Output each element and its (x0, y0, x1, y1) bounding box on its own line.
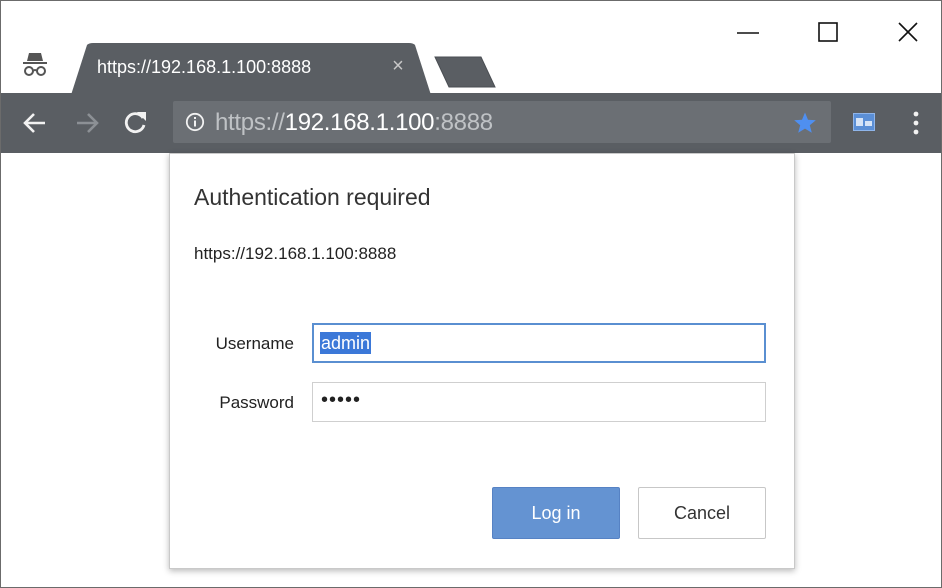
password-input[interactable]: ••••• (312, 382, 766, 422)
auth-dialog: Authentication required https://192.168.… (169, 153, 795, 569)
menu-dots-icon[interactable] (911, 109, 921, 137)
back-arrow-icon[interactable] (21, 109, 49, 137)
dialog-origin: https://192.168.1.100:8888 (194, 244, 397, 263)
login-button[interactable]: Log in (492, 487, 620, 539)
toolbar: https://192.168.1.100:8888 (1, 93, 941, 153)
password-label: Password (219, 393, 294, 412)
dialog-title: Authentication required (194, 184, 431, 210)
tab-active[interactable]: https://192.168.1.100:8888 × (71, 43, 431, 95)
tab-strip: https://192.168.1.100:8888 × (1, 1, 941, 95)
reload-icon[interactable] (121, 109, 149, 137)
new-tab-button[interactable] (433, 55, 497, 89)
tab-title: https://192.168.1.100:8888 (97, 57, 312, 77)
browser-window: https://192.168.1.100:8888 × https://192… (0, 0, 942, 588)
url-scheme: https:// (215, 109, 285, 136)
close-window-icon[interactable] (887, 11, 931, 55)
url-port: :8888 (434, 109, 493, 136)
forward-arrow-icon[interactable] (73, 109, 101, 137)
tab-close-icon[interactable]: × (387, 55, 409, 77)
incognito-icon (23, 53, 47, 76)
password-dots: ••••• (321, 389, 362, 411)
maximize-icon[interactable] (807, 11, 851, 55)
url-text: https://192.168.1.100:8888 (215, 109, 493, 137)
info-icon[interactable] (185, 112, 205, 132)
minimize-icon[interactable] (727, 11, 771, 55)
bookmark-star-icon[interactable] (793, 111, 817, 135)
username-selection: admin (320, 332, 372, 354)
username-value: admin (320, 332, 372, 354)
address-bar[interactable]: https://192.168.1.100:8888 (173, 101, 831, 143)
username-label: Username (215, 334, 294, 353)
extension-icon[interactable] (853, 113, 875, 131)
cancel-button[interactable]: Cancel (638, 487, 766, 539)
username-input[interactable]: admin (312, 323, 766, 363)
url-host: 192.168.1.100 (284, 109, 435, 136)
